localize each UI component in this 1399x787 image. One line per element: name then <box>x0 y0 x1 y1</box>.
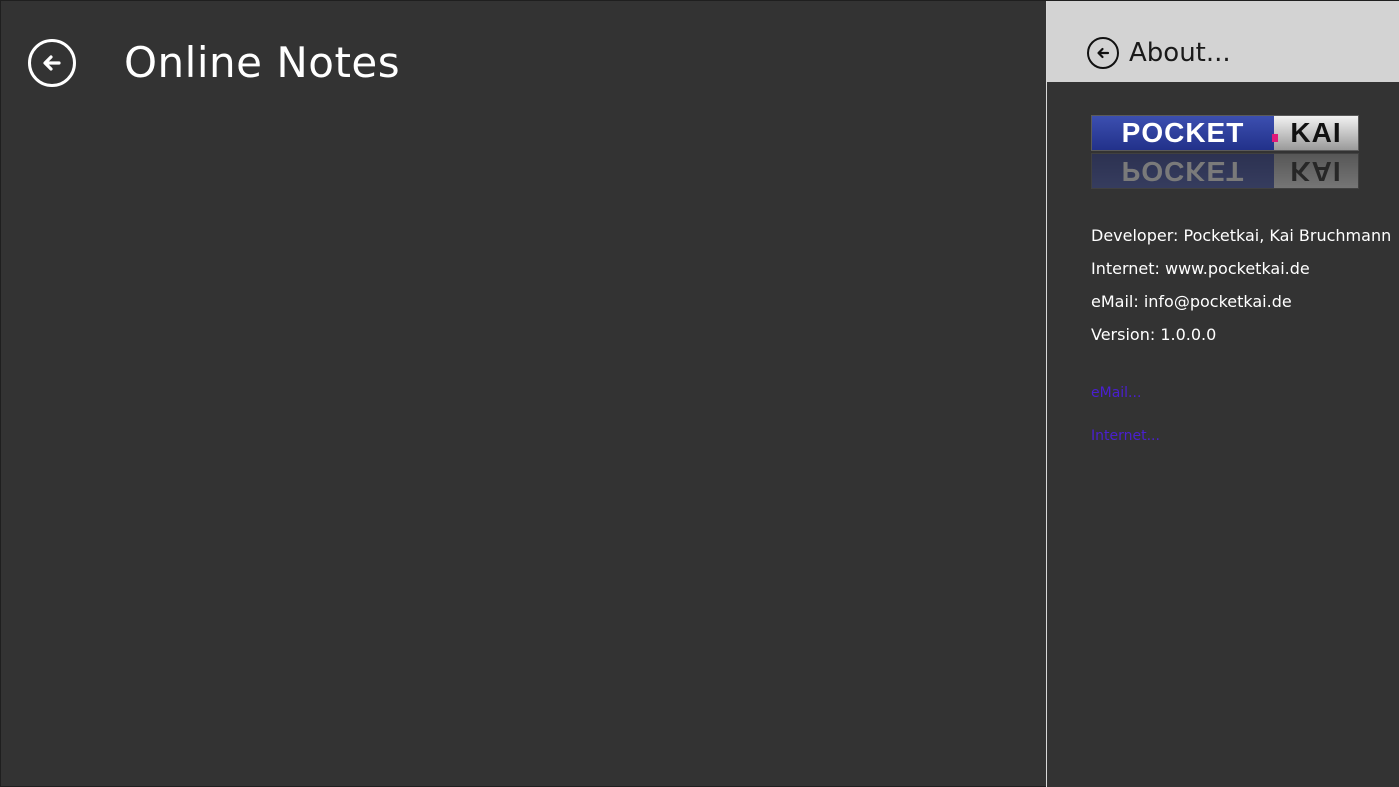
email-link[interactable]: eMail... <box>1091 385 1141 401</box>
pocketkai-logo: POCKET KAI POCKET KAI <box>1091 115 1359 189</box>
logo-right-text: KAI <box>1290 117 1342 148</box>
back-arrow-icon <box>43 55 61 71</box>
logo-reflection-left: POCKET <box>1092 154 1274 188</box>
developer-text: Developer: Pocketkai, Kai Bruchmann <box>1091 226 1392 245</box>
logo-main: POCKET KAI <box>1091 115 1359 151</box>
version-text: Version: 1.0.0.0 <box>1091 325 1217 344</box>
app-window: Online Notes About... POCKET KAI POCKET <box>0 0 1399 787</box>
flyout-title: About... <box>1129 38 1231 68</box>
internet-text: Internet: www.pocketkai.de <box>1091 259 1310 278</box>
page-title: Online Notes <box>124 38 401 87</box>
logo-right-block: KAI <box>1272 116 1358 150</box>
internet-link[interactable]: Internet... <box>1091 428 1160 444</box>
logo-accent-dot <box>1272 134 1278 142</box>
back-arrow-icon <box>1097 47 1110 59</box>
logo-reflection-right: KAI <box>1274 154 1358 188</box>
about-info: Developer: Pocketkai, Kai Bruchmann Inte… <box>1091 223 1391 355</box>
logo-left-text: POCKET <box>1092 116 1274 150</box>
about-flyout: About... POCKET KAI POCKET KAI Developer… <box>1046 1 1399 787</box>
email-text: eMail: info@pocketkai.de <box>1091 292 1292 311</box>
back-button[interactable] <box>28 39 76 87</box>
flyout-back-button[interactable] <box>1087 37 1119 69</box>
logo-reflection: POCKET KAI <box>1091 153 1359 189</box>
flyout-header: About... <box>1047 1 1399 82</box>
